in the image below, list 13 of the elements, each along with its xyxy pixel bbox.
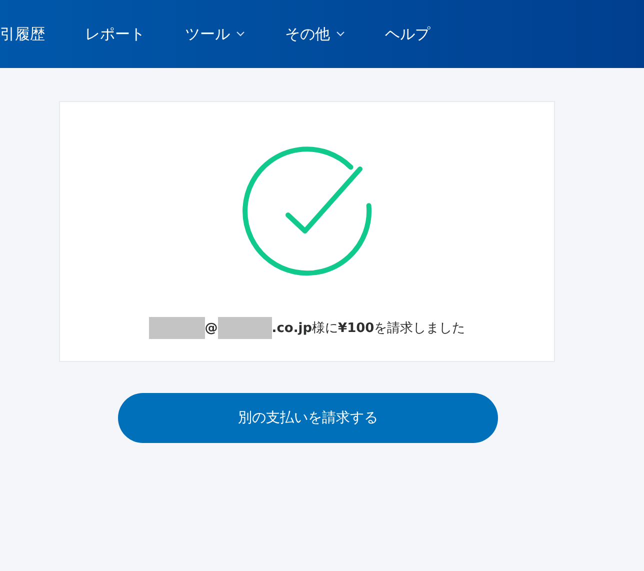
nav-item[interactable]: 引履歴 <box>0 24 45 44</box>
nav-item[interactable]: ツール <box>185 24 245 44</box>
check-circle-icon <box>240 144 374 278</box>
chevron-down-icon <box>336 31 345 37</box>
redaction-block <box>218 317 272 339</box>
redaction-block <box>148 317 205 339</box>
request-message: .co.jp様に¥100を請求しました <box>272 320 466 337</box>
nav-item[interactable]: レポート <box>85 24 145 44</box>
chevron-down-icon <box>236 31 245 37</box>
request-another-payment-button[interactable]: 別の支払いを請求する <box>118 393 498 443</box>
nav-item[interactable]: その他 <box>285 24 345 44</box>
at-sign: @ <box>204 320 218 336</box>
nav-item[interactable]: ヘルプ <box>385 24 430 44</box>
